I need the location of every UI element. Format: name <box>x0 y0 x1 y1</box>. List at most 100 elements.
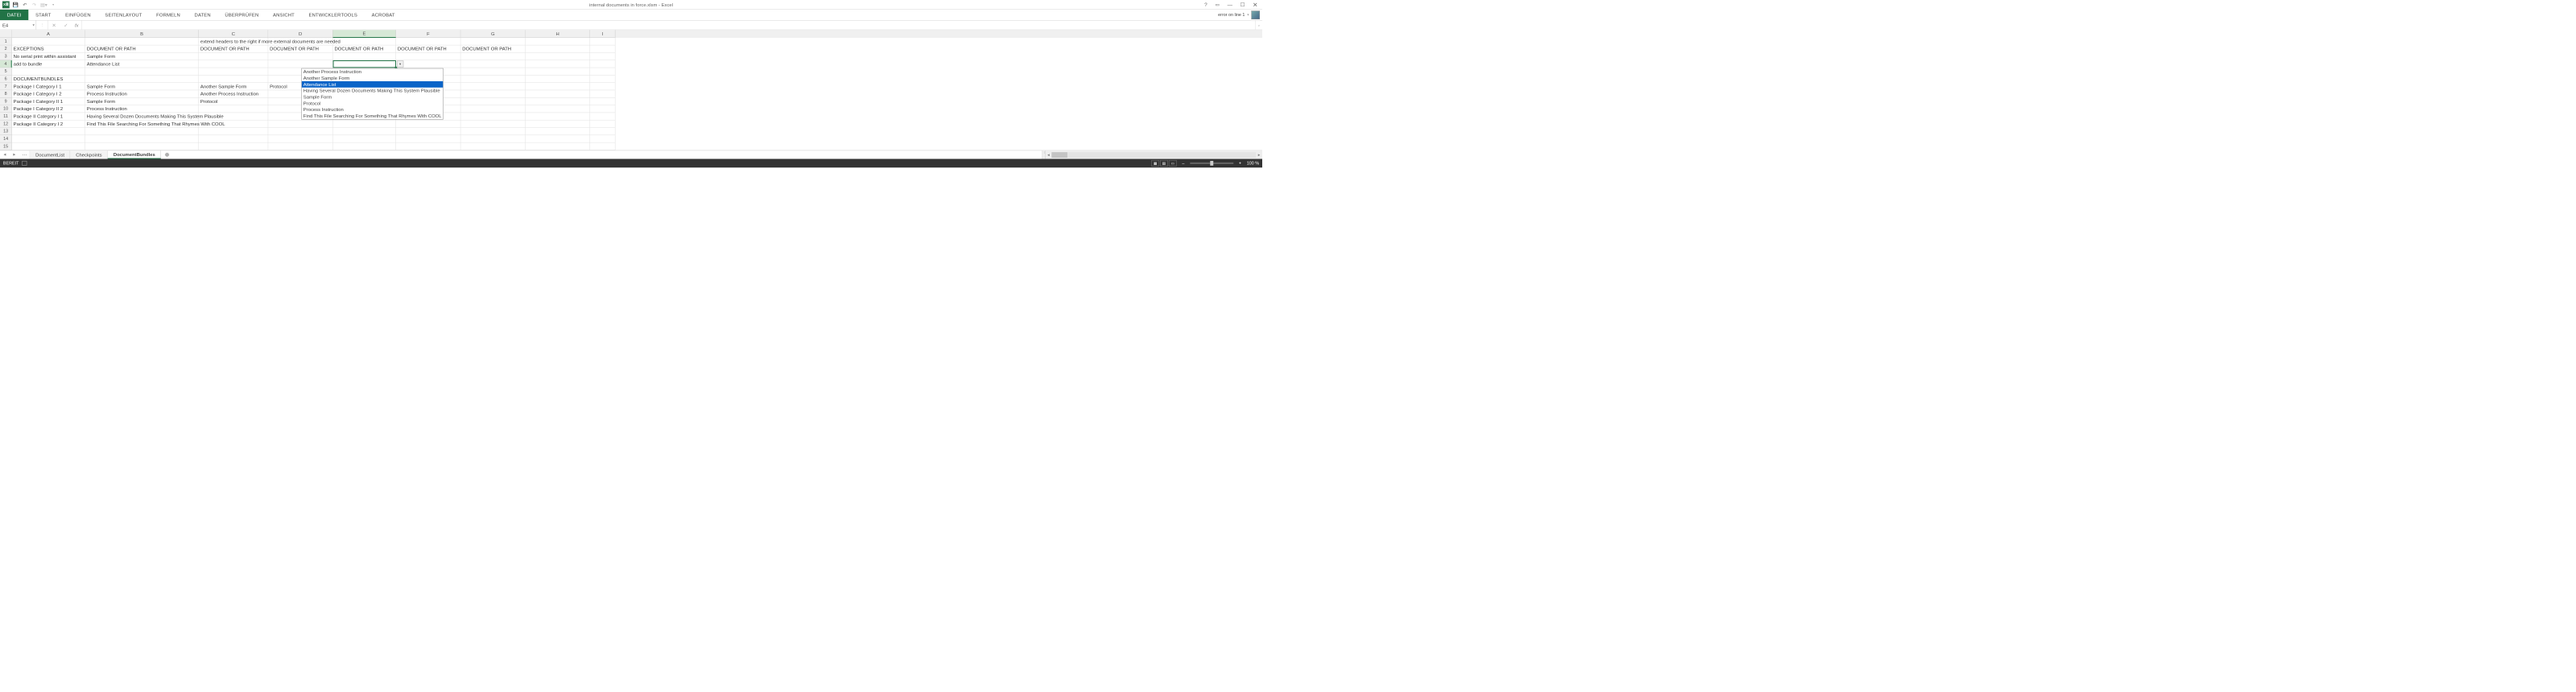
cell-G9[interactable] <box>460 98 525 105</box>
cell-I1[interactable] <box>590 38 615 45</box>
row-header-4[interactable]: 4 <box>0 60 12 68</box>
cell-D12[interactable] <box>268 120 332 127</box>
zoom-out-button[interactable]: – <box>1180 161 1186 166</box>
customize-qat-icon[interactable]: ▤▾ <box>40 1 47 8</box>
cell-C3[interactable] <box>199 53 268 60</box>
redo-icon[interactable]: ↷ <box>31 1 38 8</box>
row-header-12[interactable]: 12 <box>0 120 12 127</box>
name-box[interactable]: E4 ▼ <box>0 20 36 29</box>
formula-bar-expand-icon[interactable]: ⌄ <box>1255 20 1262 29</box>
cell-G13[interactable] <box>460 128 525 135</box>
col-header-E[interactable]: E <box>333 30 396 38</box>
cell-A14[interactable] <box>12 135 85 142</box>
row-header-9[interactable]: 9 <box>0 98 12 105</box>
cell-H3[interactable] <box>526 53 590 60</box>
cell-A4[interactable]: add to bundle <box>12 60 85 68</box>
cell-I11[interactable] <box>590 113 615 120</box>
dropdown-option[interactable]: Process Instruction <box>302 106 444 113</box>
cell-C14[interactable] <box>199 135 268 142</box>
cell-G3[interactable] <box>460 53 525 60</box>
cell-E15[interactable] <box>333 142 396 150</box>
cell-H6[interactable] <box>526 76 590 83</box>
cell-E13[interactable] <box>333 128 396 135</box>
cell-H15[interactable] <box>526 142 590 150</box>
cell-B9[interactable]: Sample Form <box>85 98 199 105</box>
cell-G7[interactable] <box>460 83 525 90</box>
cell-H14[interactable] <box>526 135 590 142</box>
cell-G14[interactable] <box>460 135 525 142</box>
cell-C9[interactable]: Protocol <box>199 98 268 105</box>
cell-D13[interactable] <box>268 128 332 135</box>
cell-B7[interactable]: Sample Form <box>85 83 199 90</box>
cell-I3[interactable] <box>590 53 615 60</box>
cell-I6[interactable] <box>590 76 615 83</box>
col-header-G[interactable]: G <box>460 30 525 38</box>
cell-C7[interactable]: Another Sample Form <box>199 83 268 90</box>
data-validation-dropdown[interactable]: Another Process InstructionAnother Sampl… <box>301 68 444 120</box>
cell-I10[interactable] <box>590 105 615 113</box>
cell-F14[interactable] <box>396 135 460 142</box>
cell-A6[interactable]: DOCUMENTBUNDLES <box>12 76 85 83</box>
cell-B1[interactable] <box>85 38 199 45</box>
sheet-nav-last-icon[interactable]: ► <box>12 153 16 157</box>
ribbon-tab-daten[interactable]: DATEN <box>188 10 218 20</box>
row-header-8[interactable]: 8 <box>0 90 12 97</box>
cell-I12[interactable] <box>590 120 615 127</box>
cell-D14[interactable] <box>268 135 332 142</box>
error-dropdown-icon[interactable]: ▾ <box>1247 13 1249 16</box>
dropdown-option[interactable]: Another Sample Form <box>302 75 444 81</box>
col-header-F[interactable]: F <box>396 30 460 38</box>
maximize-icon[interactable]: ☐ <box>1238 1 1248 8</box>
dropdown-option[interactable]: Another Process Instruction <box>302 68 444 75</box>
cell-F3[interactable] <box>396 53 460 60</box>
sheet-tab-checkpoints[interactable]: Checkpoints <box>70 150 108 159</box>
ribbon-tab-formeln[interactable]: FORMELN <box>149 10 187 20</box>
cell-B8[interactable]: Process Instruction <box>85 90 199 97</box>
cell-H13[interactable] <box>526 128 590 135</box>
macro-record-icon[interactable] <box>22 161 27 166</box>
hscroll-right-icon[interactable]: ► <box>1256 151 1262 158</box>
cell-B5[interactable] <box>85 68 199 75</box>
cell-E2[interactable]: DOCUMENT OR PATH <box>333 45 396 52</box>
cell-A10[interactable]: Package I Category II 2 <box>12 105 85 113</box>
cell-H4[interactable] <box>526 60 590 68</box>
cell-D4[interactable] <box>268 60 332 68</box>
col-header-B[interactable]: B <box>85 30 199 38</box>
cell-H5[interactable] <box>526 68 590 75</box>
cell-F15[interactable] <box>396 142 460 150</box>
view-page-layout-icon[interactable]: ▤ <box>1160 160 1168 167</box>
cell-H2[interactable] <box>526 45 590 52</box>
ribbon-tab-acrobat[interactable]: ACROBAT <box>365 10 402 20</box>
cell-dropdown-button[interactable]: ▼ <box>397 60 403 67</box>
cell-A9[interactable]: Package I Category II 1 <box>12 98 85 105</box>
minimize-icon[interactable]: — <box>1225 1 1235 8</box>
zoom-slider[interactable] <box>1190 163 1233 164</box>
cell-G10[interactable] <box>460 105 525 113</box>
cell-A2[interactable]: EXCEPTIONS <box>12 45 85 52</box>
cell-E14[interactable] <box>333 135 396 142</box>
cell-H1[interactable] <box>526 38 590 45</box>
cancel-formula-icon[interactable]: ✕ <box>52 23 56 28</box>
sheet-tab-documentlist[interactable]: DocumentList <box>30 150 70 159</box>
ribbon-tab-ansicht[interactable]: ANSICHT <box>266 10 301 20</box>
ribbon-tab-datei[interactable]: DATEI <box>0 10 28 20</box>
cell-C15[interactable] <box>199 142 268 150</box>
cell-D3[interactable] <box>268 53 332 60</box>
cell-G1[interactable] <box>460 38 525 45</box>
row-header-6[interactable]: 6 <box>0 76 12 83</box>
cell-I13[interactable] <box>590 128 615 135</box>
cell-F1[interactable] <box>396 38 460 45</box>
row-header-11[interactable]: 11 <box>0 113 12 120</box>
select-all-corner[interactable] <box>0 30 12 38</box>
row-header-14[interactable]: 14 <box>0 135 12 142</box>
cell-E4[interactable] <box>333 60 396 68</box>
ribbon-tab-einfuegen[interactable]: EINFÜGEN <box>58 10 97 20</box>
row-header-5[interactable]: 5 <box>0 68 12 75</box>
sheet-tab-documentbundles[interactable]: DocumentBundles <box>108 150 161 159</box>
cell-H7[interactable] <box>526 83 590 90</box>
cell-C2[interactable]: DOCUMENT OR PATH <box>199 45 268 52</box>
cell-C5[interactable] <box>199 68 268 75</box>
cell-I14[interactable] <box>590 135 615 142</box>
name-box-dropdown-icon[interactable]: ▼ <box>32 23 35 27</box>
ribbon-tab-entwicklertools[interactable]: ENTWICKLERTOOLS <box>302 10 365 20</box>
